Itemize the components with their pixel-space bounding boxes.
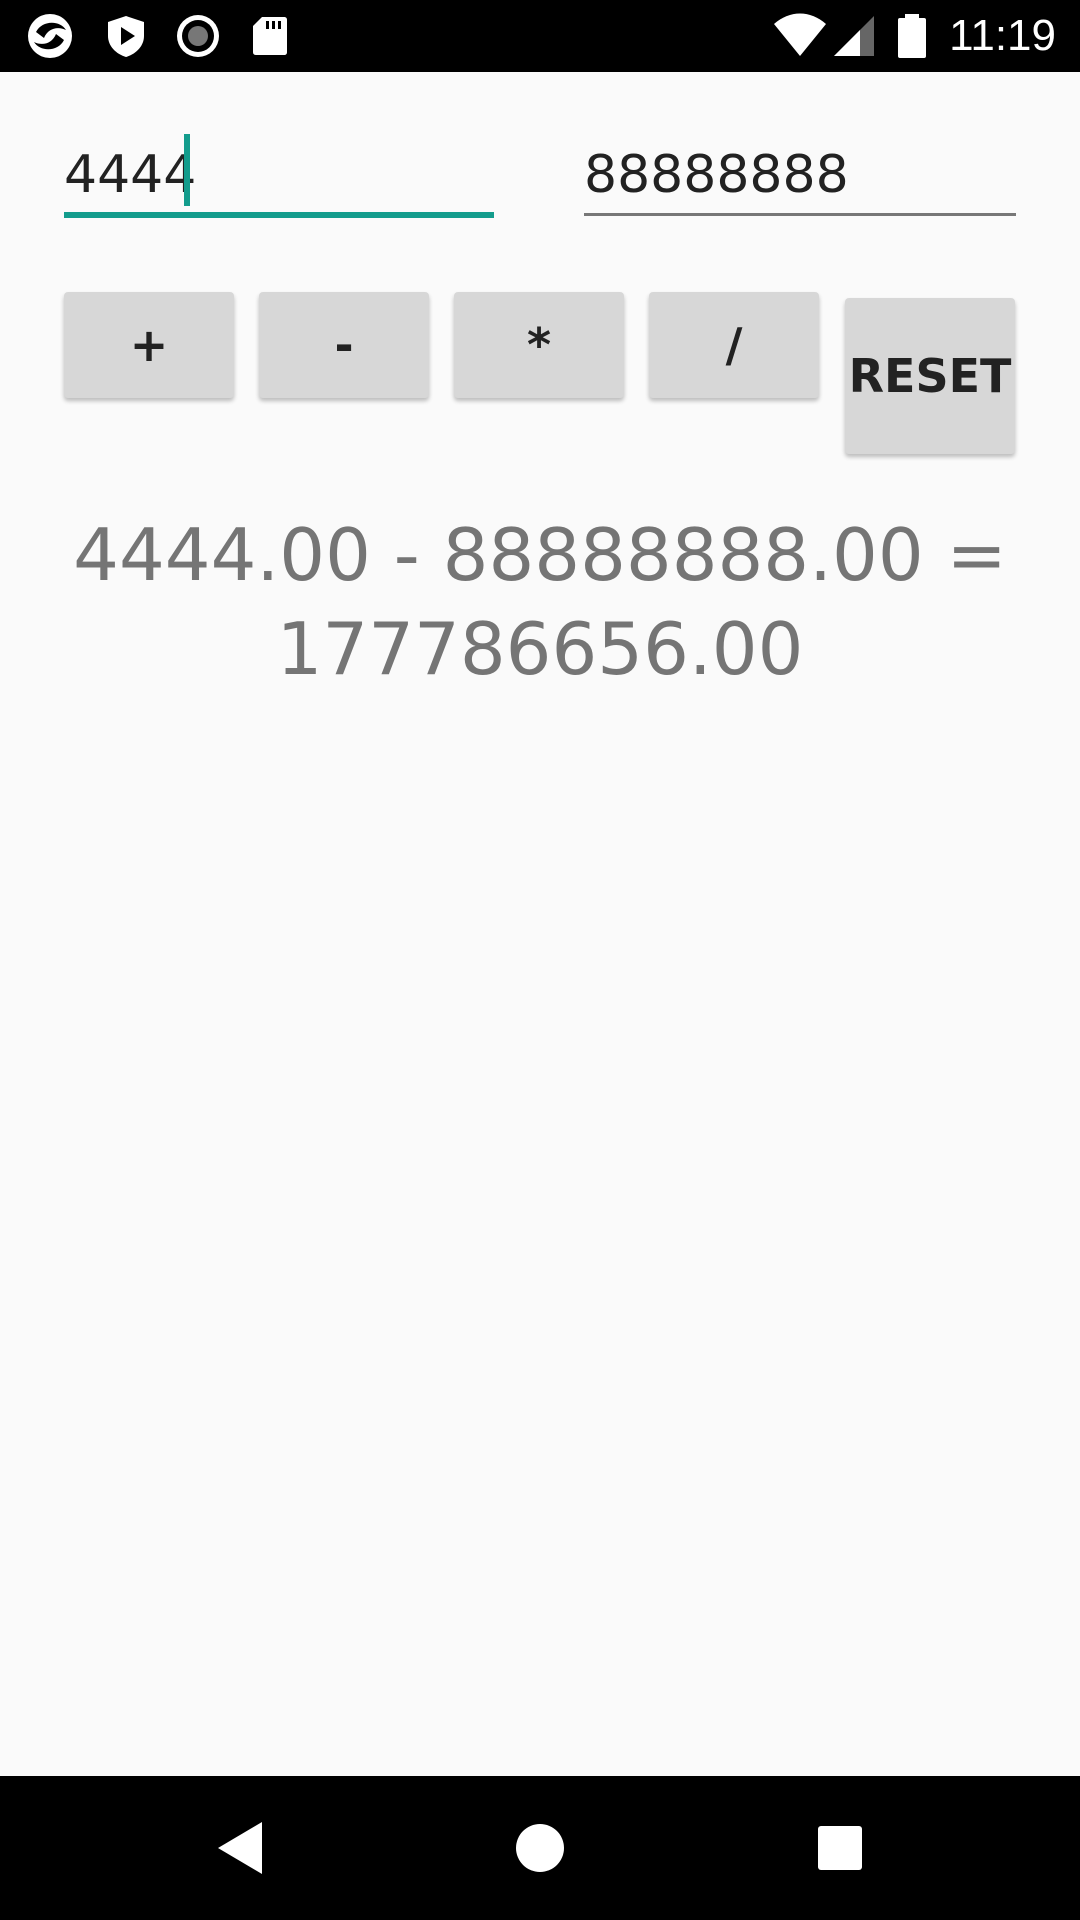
battery-icon [898, 14, 926, 58]
status-bar: 11:19 [0, 0, 1080, 72]
result-text: 4444.00 - 88888888.00 = 177786656.00 [73, 513, 1007, 691]
first-field-underline [64, 212, 494, 218]
reset-button[interactable]: RESET [845, 298, 1015, 454]
first-number-input[interactable] [64, 140, 494, 210]
wifi-icon [774, 13, 826, 56]
cellular-signal-icon [834, 16, 874, 56]
back-icon[interactable] [204, 1812, 276, 1884]
add-button[interactable]: + [64, 292, 234, 398]
subtract-button[interactable]: - [259, 292, 429, 398]
second-number-field[interactable] [584, 132, 1016, 218]
home-icon[interactable] [504, 1812, 576, 1884]
second-field-underline [584, 213, 1016, 216]
divide-button[interactable]: / [649, 292, 819, 398]
text-cursor [184, 134, 190, 206]
record-icon [177, 15, 219, 57]
multiply-button[interactable]: * [454, 292, 624, 398]
first-number-field[interactable] [64, 132, 494, 218]
shield-play-icon [108, 16, 144, 57]
second-number-input[interactable] [584, 140, 1016, 210]
recents-icon[interactable] [804, 1812, 876, 1884]
sd-card-icon [253, 17, 287, 55]
app-logo-icon [28, 14, 72, 58]
clock-time: 11:19 [949, 11, 1056, 60]
navigation-bar [0, 1776, 1080, 1920]
